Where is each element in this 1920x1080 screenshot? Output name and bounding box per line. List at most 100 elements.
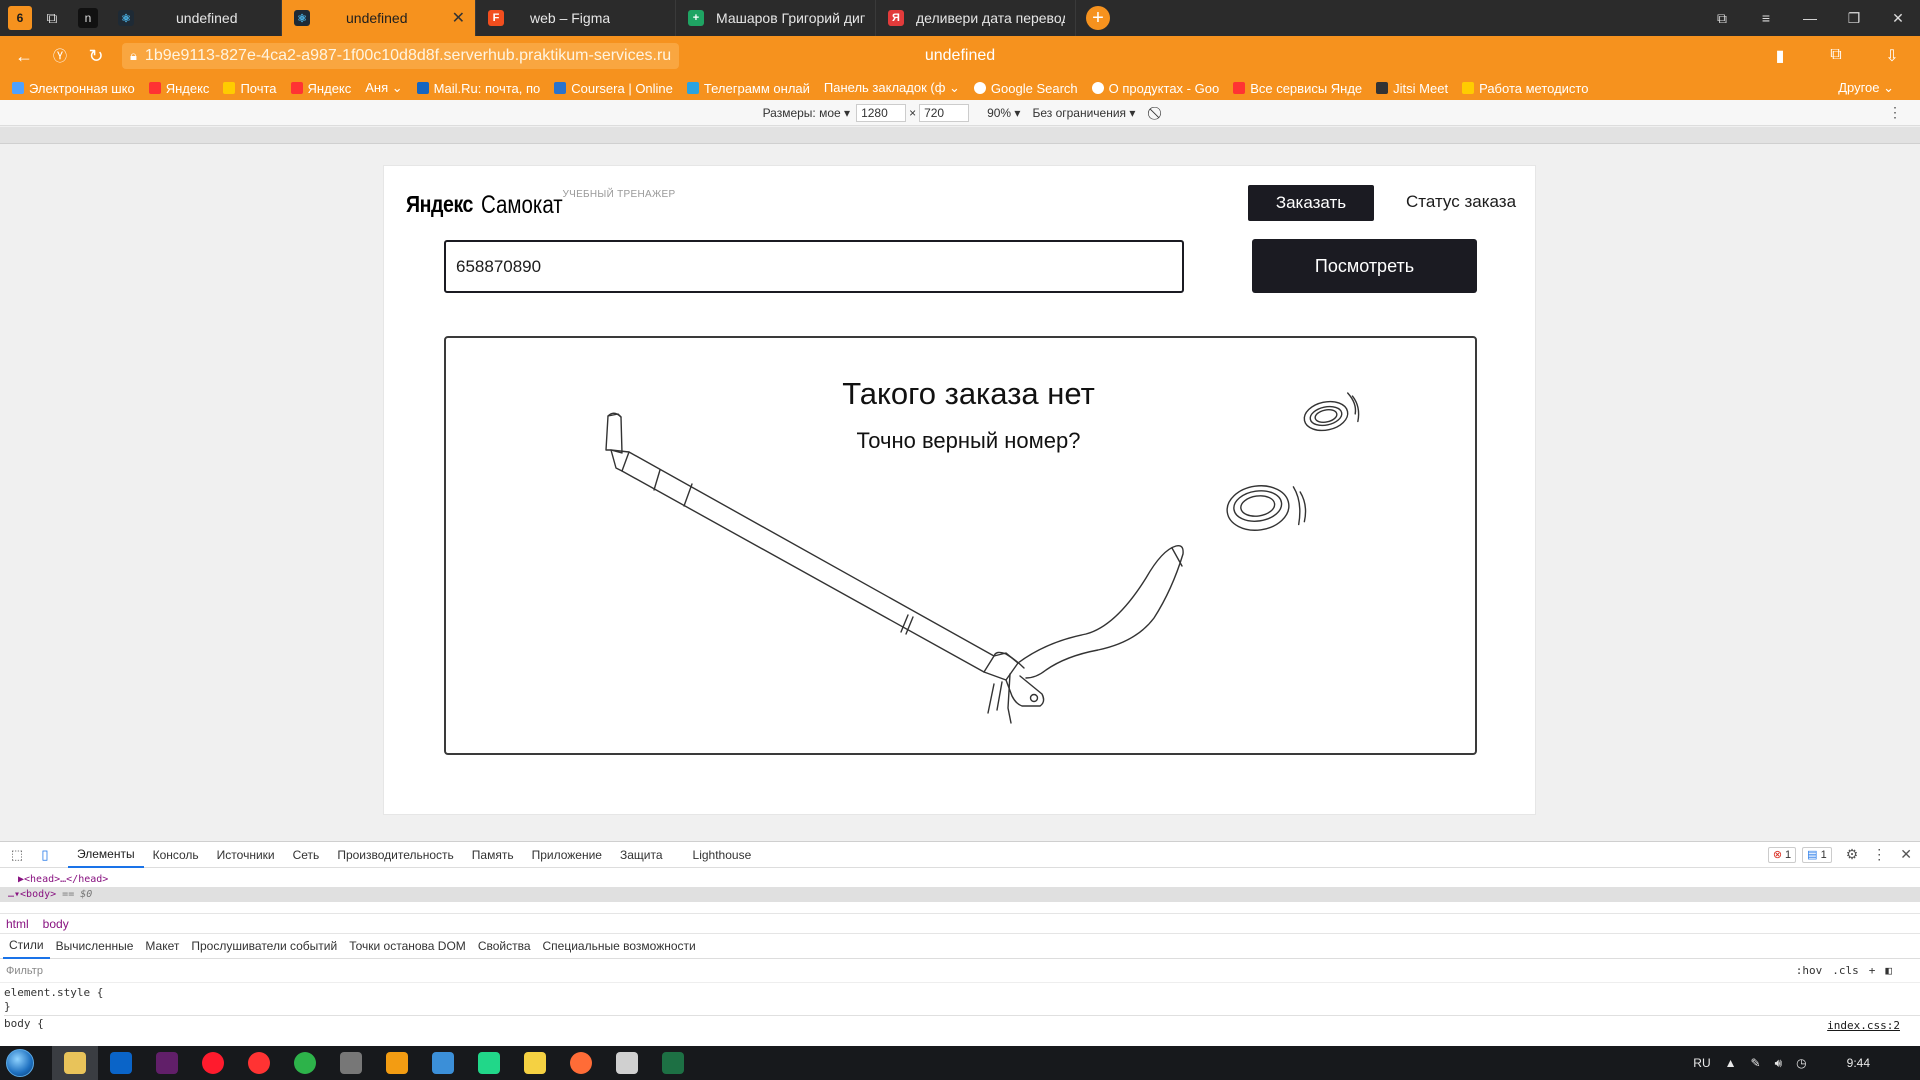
- taskbar-postman[interactable]: [558, 1046, 604, 1080]
- tab-memory[interactable]: Память: [463, 842, 523, 868]
- more-options-icon[interactable]: ⋮: [1872, 846, 1886, 863]
- subtab-styles[interactable]: Стили: [3, 934, 50, 959]
- minimize-icon[interactable]: —: [1788, 0, 1832, 36]
- taskbar-pycharm[interactable]: [466, 1046, 512, 1080]
- device-width-input[interactable]: 1280: [856, 103, 907, 122]
- tab-elements[interactable]: Элементы: [68, 842, 144, 868]
- bookmark-item[interactable]: Почта: [223, 81, 277, 96]
- order-number-input[interactable]: 658870890: [444, 240, 1184, 293]
- bookmark-item[interactable]: Coursera | Online: [554, 81, 673, 96]
- close-tab-icon[interactable]: ✕: [452, 8, 465, 28]
- volume-icon[interactable]: 🔊︎: [1775, 1056, 1783, 1071]
- subtab-event-listeners[interactable]: Прослушиватели событий: [185, 934, 343, 959]
- subtab-accessibility[interactable]: Специальные возможности: [537, 934, 702, 959]
- bookmark-item[interactable]: О продуктах - Goo: [1091, 81, 1219, 96]
- tab-5[interactable]: Я деливери дата перевод: [876, 0, 1076, 36]
- view-order-button[interactable]: Посмотреть: [1252, 239, 1477, 293]
- taskbar-app[interactable]: [328, 1046, 374, 1080]
- notion-icon[interactable]: n: [78, 8, 98, 28]
- tab-2-active[interactable]: ⚛ undefined ✕: [282, 0, 476, 36]
- taskbar-excel[interactable]: [650, 1046, 696, 1080]
- css-source-link[interactable]: index.css:2: [1827, 1019, 1900, 1032]
- taskbar-yandex[interactable]: [236, 1046, 282, 1080]
- close-window-icon[interactable]: ✕: [1876, 0, 1920, 36]
- breadcrumb-body[interactable]: body: [43, 917, 69, 931]
- tab-console[interactable]: Консоль: [144, 842, 208, 868]
- yandex-home-icon[interactable]: Ⓨ: [42, 40, 78, 72]
- tab-security[interactable]: Защита: [611, 842, 672, 868]
- order-status-link[interactable]: Статус заказа: [1406, 192, 1516, 212]
- tab-application[interactable]: Приложение: [523, 842, 611, 868]
- tab-sources[interactable]: Источники: [208, 842, 284, 868]
- language-indicator[interactable]: RU: [1693, 1056, 1710, 1070]
- tab-lighthouse[interactable]: Lighthouse: [684, 842, 761, 868]
- back-arrow-icon[interactable]: ←: [6, 40, 42, 72]
- taskbar-media[interactable]: [374, 1046, 420, 1080]
- taskbar-notepad[interactable]: [420, 1046, 466, 1080]
- device-dimensions-select[interactable]: Размеры: мое ▾: [763, 106, 851, 120]
- settings-gear-icon[interactable]: ⚙: [1846, 846, 1859, 863]
- new-tab-button[interactable]: +: [1086, 6, 1110, 30]
- samokat-logo[interactable]: Яндекс Самокат УЧЕБНЫЙ ТРЕНАЖЕР: [406, 189, 675, 220]
- extensions-icon[interactable]: ⧉: [1808, 46, 1864, 66]
- start-button[interactable]: [0, 1046, 40, 1080]
- tab-counter-badge[interactable]: 6: [8, 6, 32, 30]
- tray-expand-icon[interactable]: ▲: [1725, 1056, 1737, 1070]
- clock-icon[interactable]: ◷: [1796, 1056, 1806, 1070]
- pen-icon[interactable]: ✎: [1751, 1056, 1761, 1070]
- reload-icon[interactable]: ↻: [78, 40, 114, 72]
- close-devtools-icon[interactable]: ✕: [1900, 846, 1912, 863]
- bookmark-folder[interactable]: Аня ⌄: [365, 80, 402, 96]
- throttle-select[interactable]: Без ограничения ▾: [1032, 106, 1135, 120]
- bookmark-folder[interactable]: Панель закладок (ф ⌄: [824, 80, 960, 96]
- tray-time[interactable]: 9:44: [1847, 1056, 1870, 1070]
- tab-performance[interactable]: Производительность: [328, 842, 462, 868]
- lock-icon[interactable]: 🔒︎: [130, 48, 137, 64]
- order-button[interactable]: Заказать: [1248, 185, 1374, 221]
- device-toggle-icon[interactable]: ▯: [34, 847, 56, 863]
- new-rule-plus-icon[interactable]: +: [1869, 964, 1876, 977]
- taskbar-slack[interactable]: [144, 1046, 190, 1080]
- zoom-select[interactable]: 90% ▾: [987, 106, 1020, 120]
- taskbar-files[interactable]: [604, 1046, 650, 1080]
- tab-network[interactable]: Сеть: [284, 842, 329, 868]
- breadcrumb-html[interactable]: html: [6, 917, 29, 931]
- bookmark-item[interactable]: Электронная шко: [12, 81, 135, 96]
- menu-icon[interactable]: ≡: [1744, 0, 1788, 36]
- more-options-icon[interactable]: ⋮: [1888, 104, 1902, 121]
- tab-4[interactable]: + Машаров Григорий дипл: [676, 0, 876, 36]
- messages-badge[interactable]: ▤ 1: [1802, 846, 1832, 863]
- bookmark-item[interactable]: Jitsi Meet: [1376, 81, 1448, 96]
- bookmark-item[interactable]: Яндекс: [290, 81, 351, 96]
- bookmark-item[interactable]: Яндекс: [148, 81, 209, 96]
- bookmark-item[interactable]: Работа методисто: [1462, 81, 1588, 96]
- dom-node-head[interactable]: ▶<head>…</head>: [18, 872, 1920, 887]
- bookmark-item[interactable]: Mail.Ru: почта, по: [416, 81, 540, 96]
- class-toggle[interactable]: .cls: [1832, 964, 1859, 977]
- taskbar-opera[interactable]: [190, 1046, 236, 1080]
- styles-filter-input[interactable]: Фильтр: [6, 965, 43, 977]
- subtab-properties[interactable]: Свойства: [472, 934, 537, 959]
- taskbar-explorer[interactable]: [52, 1046, 98, 1080]
- bookmark-item[interactable]: Google Search: [973, 81, 1078, 96]
- hover-state-toggle[interactable]: :hov: [1796, 964, 1823, 977]
- bookmarks-other-folder[interactable]: Другое ⌄: [1838, 80, 1894, 96]
- body-rule[interactable]: body {: [4, 1016, 1920, 1030]
- bookmark-item[interactable]: Все сервисы Янде: [1233, 81, 1362, 96]
- bookmark-icon[interactable]: ▮: [1752, 46, 1808, 66]
- errors-badge[interactable]: ⊗ 1: [1767, 846, 1797, 863]
- download-icon[interactable]: ⇩: [1864, 46, 1920, 66]
- computed-sidebar-icon[interactable]: ◧: [1885, 964, 1892, 977]
- taskbar-notes[interactable]: [512, 1046, 558, 1080]
- subtab-computed[interactable]: Вычисленные: [50, 934, 140, 959]
- tab-3[interactable]: F web – Figma: [476, 0, 676, 36]
- restore-icon[interactable]: ❐: [1832, 0, 1876, 36]
- dom-node-body-selected[interactable]: …▾<body> == $0: [0, 887, 1920, 902]
- collections-icon[interactable]: ⧉: [1700, 0, 1744, 36]
- new-tab-group-icon[interactable]: ⧉: [38, 4, 66, 32]
- tab-1[interactable]: ⚛ undefined: [106, 0, 282, 36]
- taskbar-outlook[interactable]: [98, 1046, 144, 1080]
- media-query-ruler[interactable]: [0, 127, 1920, 144]
- device-height-input[interactable]: 720: [919, 103, 970, 122]
- inspect-element-icon[interactable]: ⬚: [6, 847, 28, 863]
